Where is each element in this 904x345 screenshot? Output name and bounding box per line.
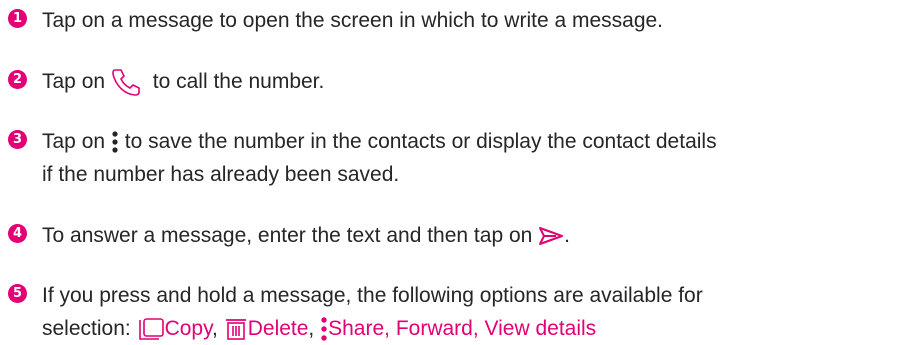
step-3-text-line1: to save the number in the contacts or di… [124, 130, 717, 153]
step-1-text: Tap on a message to open the screen in w… [42, 9, 664, 32]
step-3-text-line2: if the number has already been saved. [42, 163, 400, 186]
instruction-list: 1 Tap on a message to open the screen in… [0, 0, 904, 342]
step-number-badge: 1 [8, 9, 27, 28]
step-number-badge: 5 [8, 284, 27, 303]
delete-icon [225, 319, 246, 341]
step-number-badge: 2 [8, 70, 27, 89]
step-5-text-line1: If you press and hold a message, the fol… [42, 284, 703, 307]
step-text: Tap on to save the number in the contact… [42, 125, 892, 191]
step-text: If you press and hold a message, the fol… [42, 279, 892, 345]
step-text: Tap on a message to open the screen in w… [42, 4, 892, 37]
more-vertical-icon [112, 131, 118, 154]
step-3-text-before: Tap on [42, 130, 106, 153]
copy-icon [138, 318, 164, 341]
step-text: Tap on to call the number. [42, 65, 892, 98]
send-icon [539, 227, 564, 246]
phone-icon [112, 69, 140, 97]
step-4-text-before: To answer a message, enter the text and … [42, 224, 533, 247]
step-text: To answer a message, enter the text and … [42, 219, 892, 252]
more-vertical-icon [321, 317, 327, 342]
step-number-badge: 4 [8, 224, 27, 243]
step-4-text-after: . [564, 224, 570, 247]
step-number-badge: 3 [8, 130, 27, 149]
step-2-text-before: Tap on [42, 70, 106, 93]
step-2-text-after: to call the number. [152, 70, 325, 93]
